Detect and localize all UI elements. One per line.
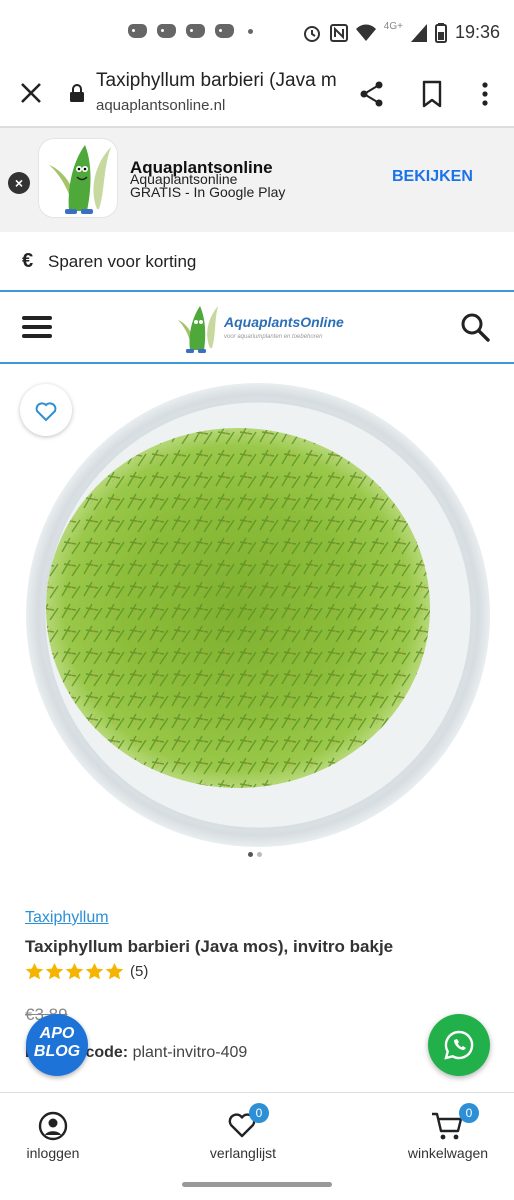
apo-blog-button[interactable]: APO BLOG [26, 1014, 88, 1076]
wishlist-count-badge: 0 [249, 1103, 269, 1123]
nav-login[interactable]: inloggen [10, 1093, 96, 1171]
star-icon [25, 962, 44, 980]
close-banner-icon[interactable]: × [8, 172, 30, 194]
star-icon [105, 962, 124, 980]
wifi-icon [355, 24, 376, 41]
app-store-info: GRATIS - In Google Play [130, 184, 286, 200]
star-icon [85, 962, 104, 980]
share-icon[interactable] [358, 80, 386, 108]
review-count: (5) [130, 963, 149, 980]
plant-mascot-icon [178, 306, 218, 353]
notification-icons [128, 24, 253, 38]
whatsapp-icon [444, 1030, 474, 1060]
hamburger-menu-icon[interactable] [22, 316, 52, 338]
network-type: 4G+ [383, 21, 403, 32]
logo-tagline: voor aquariumplanten en toebehoren [224, 334, 323, 340]
status-right: 4G+ 19:36 [302, 21, 500, 43]
nav-login-label: inloggen [26, 1145, 80, 1161]
app-logo [38, 138, 118, 218]
product-code-value: plant-invitro-409 [132, 1044, 248, 1061]
browser-toolbar: Taxiphyllum barbieri (Java mos), invitro… [0, 68, 514, 126]
pagination-dot[interactable] [257, 852, 262, 857]
pagination-dot[interactable] [248, 852, 253, 857]
lock-icon [70, 84, 84, 102]
more-menu-icon[interactable] [478, 80, 492, 108]
gesture-bar[interactable] [182, 1182, 332, 1187]
wishlist-button[interactable] [20, 384, 72, 436]
apo-blog-line2: BLOG [33, 1043, 81, 1060]
logo-wordmark: AquaplantsOnline [224, 314, 344, 330]
nav-cart-label: winkelwagen [407, 1145, 489, 1161]
site-logo[interactable]: AquaplantsOnline voor aquariumplanten en… [176, 300, 346, 356]
product-title: Taxiphyllum barbieri (Java mos), invitro… [25, 937, 394, 956]
bookmark-icon[interactable] [420, 80, 444, 108]
view-app-button[interactable]: BEKIJKEN [392, 168, 473, 186]
plant-mascot-icon [49, 145, 111, 214]
app-install-banner[interactable]: × Aquaplantsonline Aquaplantsonline GRAT… [0, 128, 514, 232]
page-title: Taxiphyllum barbieri (Java mos), invitro… [96, 70, 336, 91]
product-image[interactable] [16, 380, 500, 850]
promo-bar[interactable]: € Sparen voor korting [0, 232, 514, 292]
game-controller-icon [215, 24, 234, 38]
game-controller-icon [186, 24, 205, 38]
nav-cart[interactable]: 0 winkelwagen [400, 1093, 496, 1171]
star-icon [65, 962, 84, 980]
heart-icon [35, 402, 57, 422]
apo-blog-line1: APO [39, 1025, 75, 1042]
alarm-icon [303, 25, 320, 42]
signal-icon [410, 23, 427, 42]
site-header: AquaplantsOnline voor aquariumplanten en… [0, 292, 514, 364]
close-icon[interactable] [18, 80, 44, 106]
nav-wishlist-label: verlanglijst [209, 1145, 277, 1161]
image-pagination [248, 852, 262, 857]
game-controller-icon [128, 24, 147, 38]
star-icon [45, 962, 64, 980]
game-controller-icon [157, 24, 176, 38]
more-notifications-icon [248, 28, 253, 34]
search-icon[interactable] [460, 312, 490, 342]
battery-icon [434, 22, 447, 43]
cart-count-badge: 0 [459, 1103, 479, 1123]
user-icon [38, 1111, 68, 1141]
rating[interactable]: (5) [25, 962, 148, 981]
category-link[interactable]: Taxiphyllum [25, 909, 109, 927]
status-bar: 4G+ 19:36 [0, 0, 514, 68]
promo-text: Sparen voor korting [48, 252, 197, 271]
euro-icon: € [22, 250, 34, 272]
clock: 19:36 [454, 22, 500, 42]
page-url: aquaplantsonline.nl [96, 97, 226, 114]
nfc-icon [329, 23, 348, 42]
whatsapp-button[interactable] [428, 1014, 490, 1076]
nav-wishlist[interactable]: 0 verlanglijst [198, 1093, 288, 1171]
bottom-navigation: inloggen 0 verlanglijst 0 winkelwagen [0, 1092, 514, 1170]
